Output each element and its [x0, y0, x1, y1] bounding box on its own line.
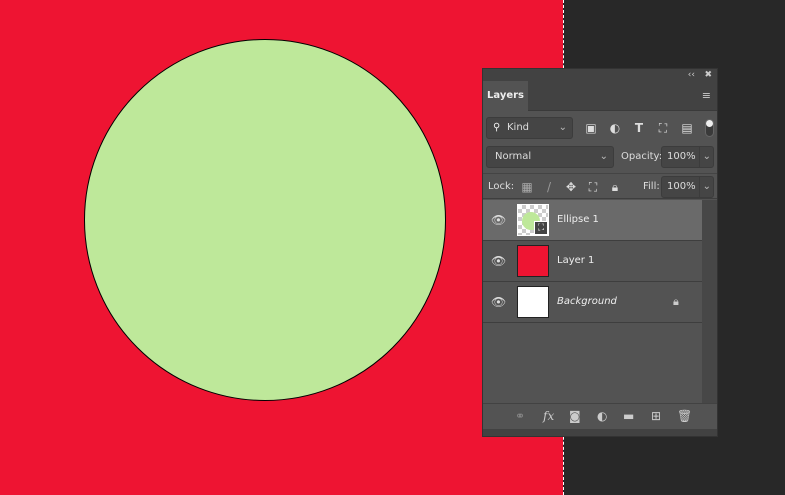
layer-row-ellipse-1[interactable]: 👁︎ ⛶ Ellipse 1 [483, 200, 702, 241]
fill-value: 100% [667, 181, 696, 192]
smart-object-filter-icon[interactable]: ▤ [680, 121, 694, 135]
filter-kind-select[interactable]: ⚲ Kind ⌄ [486, 117, 573, 139]
shape-layer-icon: ⛶ [534, 221, 548, 235]
fill-field[interactable]: 100% ⌄ [661, 176, 714, 198]
blend-mode-label: Normal [495, 151, 532, 162]
chevron-down-icon: ⌄ [558, 122, 567, 133]
lock-all-icon[interactable]: 🔒︎ [608, 180, 622, 194]
layers-scrollbar[interactable] [702, 200, 717, 403]
adjustment-filter-icon[interactable]: ◐ [608, 121, 622, 135]
filter-toggle[interactable] [705, 119, 714, 137]
blend-mode-select[interactable]: Normal ⌄ [486, 146, 614, 168]
lock-artboard-icon[interactable]: ⛶ [586, 180, 600, 194]
adjustment-layer-icon[interactable]: ◐ [597, 409, 607, 423]
layer-name[interactable]: Ellipse 1 [557, 214, 599, 225]
new-layer-icon[interactable]: ⊞ [651, 409, 661, 423]
close-icon[interactable]: ✖ [704, 69, 712, 81]
type-filter-icon[interactable]: T [632, 121, 646, 135]
lock-position-move-icon[interactable]: ✥ [564, 180, 578, 194]
opacity-value: 100% [667, 151, 696, 162]
chevron-down-icon: ⌄ [599, 151, 608, 162]
search-icon: ⚲ [493, 122, 501, 133]
visibility-eye-icon[interactable]: 👁︎ [491, 295, 506, 309]
lock-label: Lock: [488, 181, 515, 192]
group-folder-icon[interactable]: ▬ [623, 409, 634, 423]
layer-row-background[interactable]: 👁︎ Background 🔒︎ [483, 282, 702, 323]
layer-row-layer-1[interactable]: 👁︎ Layer 1 [483, 241, 702, 282]
tab-layers[interactable]: Layers [483, 81, 528, 111]
chevron-down-icon[interactable]: ⌄ [698, 147, 711, 167]
ellipse-shape[interactable] [84, 39, 446, 401]
filter-kind-label: Kind [507, 122, 530, 133]
collapse-icon[interactable]: ‹‹ [688, 69, 695, 81]
layers-panel: ‹‹ ✖ Layers ≡ ⚲ Kind ⌄ ▣ ◐ T ⛶ ▤ Normal … [482, 68, 718, 437]
layer-name[interactable]: Layer 1 [557, 255, 594, 266]
add-mask-icon[interactable]: ◙ [569, 409, 581, 423]
layer-thumbnail [517, 286, 549, 318]
panel-menu-icon[interactable]: ≡ [702, 90, 711, 101]
layer-name[interactable]: Background [557, 296, 617, 307]
opacity-field[interactable]: 100% ⌄ [661, 146, 714, 168]
layers-footer: ⚭ fx ◙ ◐ ▬ ⊞ 🗑︎ [483, 403, 717, 429]
fill-label: Fill: [643, 181, 660, 192]
lock-image-brush-icon[interactable]: / [542, 180, 556, 194]
layer-thumbnail: ⛶ [517, 204, 549, 236]
chevron-down-icon[interactable]: ⌄ [698, 177, 711, 197]
document-canvas[interactable] [0, 0, 563, 495]
visibility-eye-icon[interactable]: 👁︎ [491, 254, 506, 268]
visibility-eye-icon[interactable]: 👁︎ [491, 213, 506, 227]
opacity-label: Opacity: [621, 151, 663, 162]
resize-grip[interactable] [483, 429, 717, 436]
pixel-filter-icon[interactable]: ▣ [584, 121, 598, 135]
fx-icon[interactable]: fx [543, 409, 554, 423]
lock-transparent-icon[interactable]: ▦ [520, 180, 534, 194]
trash-icon[interactable]: 🗑︎ [677, 409, 692, 423]
layer-thumbnail [517, 245, 549, 277]
link-layers-icon[interactable]: ⚭ [515, 409, 525, 423]
shape-filter-icon[interactable]: ⛶ [656, 121, 670, 135]
lock-icon: 🔒︎ [673, 295, 679, 308]
